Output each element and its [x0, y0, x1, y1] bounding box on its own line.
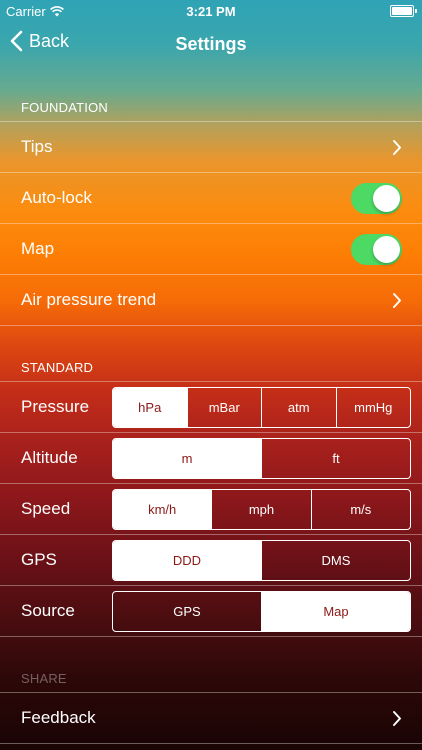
toggle-knob	[373, 236, 400, 263]
auto-lock-label: Auto-lock	[21, 188, 92, 207]
map-toggle[interactable]	[351, 234, 402, 265]
auto-lock-toggle[interactable]	[351, 183, 402, 214]
feedback-row[interactable]: Feedback	[0, 693, 422, 744]
segment-hpa[interactable]: hPa	[113, 388, 187, 427]
pressure-row: Pressure hPa mBar atm mmHg	[0, 382, 422, 433]
segment-ddd[interactable]: DDD	[113, 541, 261, 580]
divider	[0, 325, 422, 326]
air-pressure-trend-label: Air pressure trend	[21, 290, 157, 309]
pressure-label: Pressure	[21, 397, 90, 416]
chevron-right-icon	[393, 140, 401, 155]
altitude-row: Altitude m ft	[0, 433, 422, 484]
segment-mph[interactable]: mph	[211, 490, 310, 529]
segment-kmh[interactable]: km/h	[113, 490, 212, 529]
segment-dms[interactable]: DMS	[261, 541, 410, 580]
feedback-label: Feedback	[21, 708, 96, 727]
gps-row: GPS DDD DMS	[0, 535, 422, 586]
map-label: Map	[21, 239, 55, 258]
segment-atm[interactable]: atm	[261, 388, 336, 427]
source-label: Source	[21, 601, 75, 620]
map-row: Map	[0, 224, 422, 275]
segment-gps[interactable]: GPS	[113, 592, 261, 631]
segment-ms[interactable]: m/s	[310, 490, 410, 529]
gps-label: GPS	[21, 550, 57, 569]
auto-lock-row: Auto-lock	[0, 173, 422, 224]
status-bar: Carrier 3:21 PM	[0, 0, 422, 22]
gps-format-selector: DDD DMS	[112, 540, 411, 581]
segment-mbar[interactable]: mBar	[186, 388, 262, 427]
altitude-unit-selector: m ft	[112, 438, 411, 479]
section-header-standard: STANDARD	[21, 360, 94, 375]
segment-mmhg[interactable]: mmHg	[335, 388, 411, 427]
segment-m[interactable]: m	[113, 439, 261, 478]
speed-row: Speed km/h mph m/s	[0, 484, 422, 535]
tips-label: Tips	[21, 137, 53, 156]
chevron-right-icon	[393, 293, 401, 308]
divider	[0, 743, 422, 744]
chevron-right-icon	[393, 711, 401, 726]
speed-label: Speed	[21, 499, 71, 518]
toggle-knob	[373, 185, 400, 212]
source-selector: GPS Map	[112, 591, 411, 632]
segment-ft[interactable]: ft	[261, 439, 410, 478]
source-row: Source GPS Map	[0, 586, 422, 637]
divider	[0, 636, 422, 637]
section-header-foundation: FOUNDATION	[21, 100, 108, 115]
altitude-label: Altitude	[21, 448, 78, 467]
tips-row[interactable]: Tips	[0, 122, 422, 173]
speed-unit-selector: km/h mph m/s	[112, 489, 411, 530]
battery-icon	[390, 5, 417, 17]
page-title: Settings	[175, 34, 247, 54]
navigation-bar: Back Settings	[0, 22, 422, 66]
status-time: 3:21 PM	[186, 4, 236, 19]
pressure-unit-selector: hPa mBar atm mmHg	[112, 387, 411, 428]
air-pressure-trend-row[interactable]: Air pressure trend	[0, 275, 422, 326]
segment-map[interactable]: Map	[261, 592, 410, 631]
section-header-share: SHARE	[21, 671, 67, 686]
